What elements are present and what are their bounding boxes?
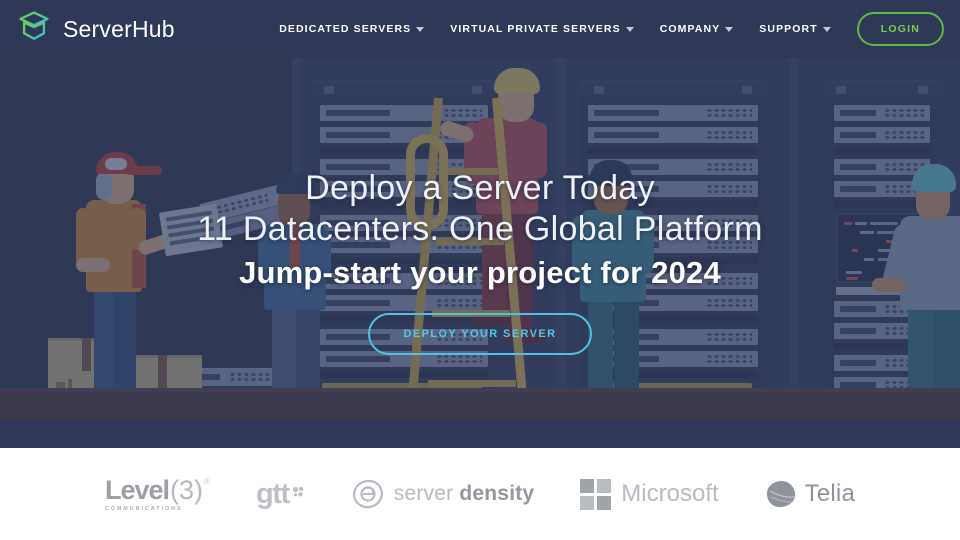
- gtt-logo: gtt: [255, 477, 305, 510]
- page-root: Deploy a Server Today 11 Datacenters. On…: [0, 0, 960, 540]
- nav-label: COMPANY: [659, 23, 721, 35]
- registered-icon: ®: [204, 476, 210, 486]
- nav-label: VIRTUAL PRIVATE SERVERS: [450, 23, 621, 35]
- top-navigation-bar: ServerHub DEDICATED SERVERS VIRTUAL PRIV…: [0, 0, 960, 58]
- brand-name: ServerHub: [63, 15, 175, 42]
- chevron-down-icon: [625, 26, 634, 32]
- nav-label: DEDICATED SERVERS: [279, 23, 412, 35]
- server-density-text: server density: [394, 482, 535, 506]
- hero-section: Deploy a Server Today 11 Datacenters. On…: [0, 0, 960, 448]
- nav-label: SUPPORT: [759, 23, 818, 35]
- telia-mark-icon: [765, 479, 797, 509]
- nav-item-company[interactable]: COMPANY: [660, 23, 734, 35]
- level3-paren: (3): [170, 474, 204, 505]
- login-button[interactable]: LOGIN: [856, 12, 944, 46]
- chevron-down-icon: [416, 26, 425, 32]
- chevron-down-icon: [822, 26, 831, 32]
- nav-item-dedicated-servers[interactable]: DEDICATED SERVERS: [279, 23, 425, 35]
- gtt-word: gtt: [255, 477, 290, 510]
- hero-headline-line2: 11 Datacenters. One Global Platform: [197, 210, 763, 249]
- stacked-layers-icon: [16, 9, 52, 50]
- microsoft-text: Microsoft: [621, 480, 719, 507]
- chevron-down-icon: [725, 26, 734, 32]
- nav-item-support[interactable]: SUPPORT: [759, 23, 831, 35]
- gtt-flower-icon: [291, 485, 305, 504]
- level3-subtitle: COMMUNICATIONS: [104, 505, 183, 512]
- hero-headline-line3: Jump-start your project for 2024: [239, 254, 721, 290]
- partner-logo-strip: Level (3) ® COMMUNICATIONS gtt server de…: [0, 448, 960, 540]
- nav-menu: DEDICATED SERVERS VIRTUAL PRIVATE SERVER…: [279, 12, 960, 46]
- deploy-your-server-button[interactable]: DEPLOY YOUR SERVER: [367, 313, 593, 356]
- server-density-mark-icon: [351, 478, 385, 510]
- nav-item-virtual-private-servers[interactable]: VIRTUAL PRIVATE SERVERS: [450, 23, 634, 35]
- microsoft-squares-icon: [580, 478, 612, 510]
- brand-logo[interactable]: ServerHub: [16, 9, 175, 50]
- microsoft-logo: Microsoft: [580, 478, 719, 510]
- server-density-logo: server density: [351, 478, 535, 510]
- hero-headline-line1: Deploy a Server Today: [305, 169, 655, 207]
- sd-word-bold: density: [459, 482, 535, 505]
- telia-logo: Telia: [765, 479, 855, 509]
- level3-logo: Level (3) ® COMMUNICATIONS: [104, 474, 210, 512]
- telia-text: Telia: [804, 480, 856, 507]
- sd-word-light: server: [393, 482, 460, 505]
- level3-word: Level: [104, 474, 170, 505]
